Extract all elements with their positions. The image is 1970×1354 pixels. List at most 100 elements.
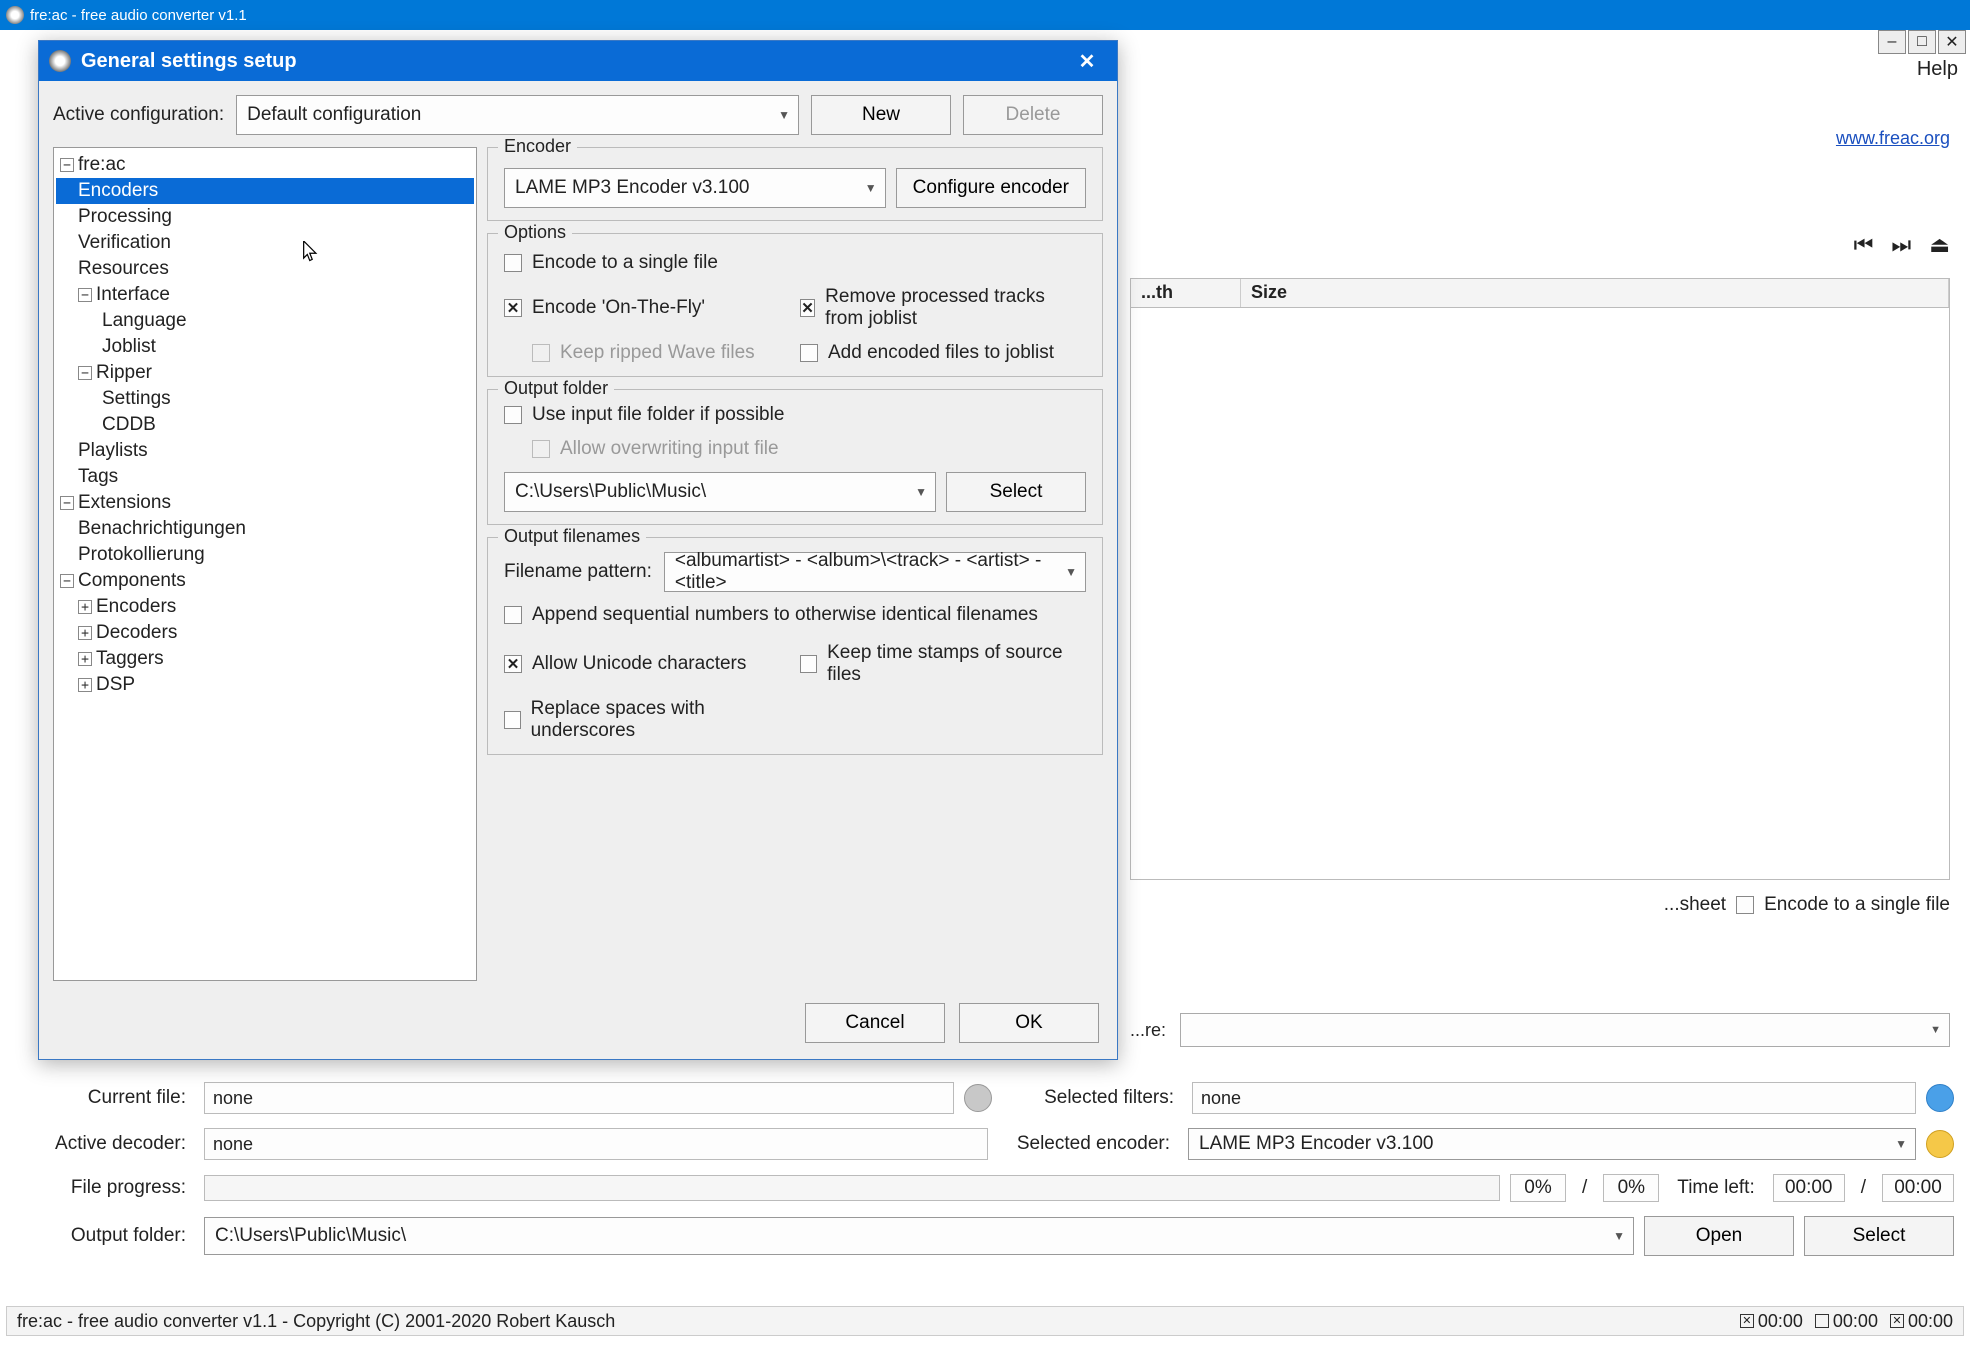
tree-item-protokoll[interactable]: Protokollierung	[56, 542, 474, 568]
collapse-icon[interactable]: −	[60, 574, 74, 588]
delete-config-button: Delete	[963, 95, 1103, 135]
collapse-icon[interactable]: −	[78, 288, 92, 302]
current-file-field: none	[204, 1082, 954, 1114]
output-folder-label: Output folder:	[40, 1225, 194, 1247]
active-config-label: Active configuration:	[53, 104, 224, 126]
output-filenames-fieldset: Output filenames Filename pattern: <albu…	[487, 537, 1103, 755]
output-folder-combo[interactable]: C:\Users\Public\Music\ ▼	[204, 1217, 1634, 1255]
allow-unicode-checkbox[interactable]: ✕Allow Unicode characters	[504, 642, 790, 686]
bg-encode-single-label: Encode to a single file	[1764, 894, 1950, 916]
output-folder-fieldset: Output folder Use input file folder if p…	[487, 389, 1103, 525]
encoder-legend: Encoder	[498, 136, 577, 157]
bg-encode-single-checkbox[interactable]	[1736, 896, 1754, 914]
configure-encoder-button[interactable]: Configure encoder	[896, 168, 1086, 208]
ok-button[interactable]: OK	[959, 1003, 1099, 1043]
refresh-icon[interactable]	[964, 1084, 992, 1112]
file-progress-bar	[204, 1175, 1500, 1201]
append-seq-checkbox[interactable]: Append sequential numbers to otherwise i…	[504, 604, 1086, 626]
keep-timestamps-checkbox[interactable]: Keep time stamps of source files	[800, 642, 1086, 686]
tree-item-tags[interactable]: Tags	[56, 464, 474, 490]
expand-icon[interactable]: +	[78, 600, 92, 614]
website-link[interactable]: www.freac.org	[1836, 128, 1950, 149]
tree-item-verification[interactable]: Verification	[56, 230, 474, 256]
encode-on-the-fly-checkbox[interactable]: ✕Encode 'On-The-Fly'	[504, 286, 790, 330]
expand-icon[interactable]: +	[78, 652, 92, 666]
eject-icon[interactable]: ⏏	[1929, 232, 1950, 258]
active-config-value: Default configuration	[247, 104, 421, 126]
dialog-icon	[49, 50, 71, 72]
expand-icon[interactable]: +	[78, 678, 92, 692]
tree-item-c-dsp[interactable]: +DSP	[56, 672, 474, 698]
tree-item-interface[interactable]: −Interface	[56, 282, 474, 308]
output-folder-value: C:\Users\Public\Music\	[215, 1225, 406, 1247]
tree-item-settings[interactable]: Settings	[56, 386, 474, 412]
output-filenames-legend: Output filenames	[498, 526, 646, 547]
active-config-combo[interactable]: Default configuration ▼	[236, 95, 799, 135]
filename-pattern-value: <albumartist> - <album>\<track> - <artis…	[675, 550, 1075, 594]
time-left-label: Time left:	[1669, 1177, 1762, 1199]
info-icon[interactable]	[1926, 1084, 1954, 1112]
minimize-button[interactable]: –	[1878, 30, 1906, 54]
tree-item-extensions[interactable]: −Extensions	[56, 490, 474, 516]
close-button[interactable]: ✕	[1938, 30, 1966, 54]
joblist-header: ...th Size	[1130, 278, 1950, 308]
selected-filters-label: Selected filters:	[1002, 1087, 1182, 1109]
open-button[interactable]: Open	[1644, 1216, 1794, 1256]
col-length[interactable]: ...th	[1131, 279, 1241, 307]
tree-item-freac[interactable]: −fre:ac	[56, 152, 474, 178]
file-progress-pct1: 0%	[1510, 1174, 1566, 1202]
encoder-combo[interactable]: LAME MP3 Encoder v3.100 ▼	[504, 168, 886, 208]
gear-icon[interactable]	[1926, 1130, 1954, 1158]
tree-item-c-taggers[interactable]: +Taggers	[56, 646, 474, 672]
output-path-combo[interactable]: C:\Users\Public\Music\ ▼	[504, 472, 936, 512]
selected-encoder-combo[interactable]: LAME MP3 Encoder v3.100 ▼	[1188, 1128, 1916, 1160]
tree-item-benach[interactable]: Benachrichtigungen	[56, 516, 474, 542]
select-folder-button[interactable]: Select	[1804, 1216, 1954, 1256]
tree-item-processing[interactable]: Processing	[56, 204, 474, 230]
new-config-button[interactable]: New	[811, 95, 951, 135]
filename-pattern-combo[interactable]: <albumartist> - <album>\<track> - <artis…	[664, 552, 1086, 592]
col-size[interactable]: Size	[1241, 279, 1949, 307]
tree-item-c-decoders[interactable]: +Decoders	[56, 620, 474, 646]
tree-item-encoders[interactable]: Encoders	[56, 178, 474, 204]
use-input-folder-checkbox[interactable]: Use input file folder if possible	[504, 404, 1086, 426]
select-output-folder-button[interactable]: Select	[946, 472, 1086, 512]
tree-item-ripper[interactable]: −Ripper	[56, 360, 474, 386]
active-decoder-field: none	[204, 1128, 988, 1160]
output-path-value: C:\Users\Public\Music\	[515, 481, 706, 503]
expand-icon[interactable]: +	[78, 626, 92, 640]
remove-processed-checkbox[interactable]: ✕Remove processed tracks from joblist	[800, 286, 1086, 330]
tree-item-cddb[interactable]: CDDB	[56, 412, 474, 438]
add-encoded-checkbox[interactable]: Add encoded files to joblist	[800, 342, 1086, 364]
filename-pattern-label: Filename pattern:	[504, 561, 652, 583]
prev-icon[interactable]: ⏮	[1854, 232, 1874, 258]
settings-tree[interactable]: −fre:ac Encoders Processing Verification…	[53, 147, 477, 981]
joblist-body[interactable]	[1130, 308, 1950, 880]
menu-help[interactable]: Help	[1917, 58, 1958, 81]
cancel-button[interactable]: Cancel	[805, 1003, 945, 1043]
tree-item-language[interactable]: Language	[56, 308, 474, 334]
bg-genre-combo[interactable]: ▼	[1180, 1013, 1950, 1047]
options-fieldset: Options Encode to a single file ✕Encode …	[487, 233, 1103, 377]
active-decoder-label: Active decoder:	[40, 1133, 194, 1155]
tree-item-components[interactable]: −Components	[56, 568, 474, 594]
selected-encoder-value: LAME MP3 Encoder v3.100	[1199, 1133, 1433, 1155]
encode-single-checkbox[interactable]: Encode to a single file	[504, 252, 790, 274]
collapse-icon[interactable]: −	[78, 366, 92, 380]
collapse-icon[interactable]: −	[60, 158, 74, 172]
next-icon[interactable]: ⏭	[1891, 232, 1911, 258]
dialog-titlebar[interactable]: General settings setup ✕	[39, 41, 1117, 81]
replace-spaces-checkbox[interactable]: Replace spaces with underscores	[504, 698, 790, 742]
status-check-3: ✕	[1890, 1314, 1904, 1328]
collapse-icon[interactable]: −	[60, 496, 74, 510]
maximize-button[interactable]: □	[1908, 30, 1936, 54]
time-left-1: 00:00	[1773, 1174, 1845, 1202]
tree-item-c-encoders[interactable]: +Encoders	[56, 594, 474, 620]
dialog-title: General settings setup	[81, 50, 1067, 73]
dialog-close-button[interactable]: ✕	[1067, 41, 1107, 81]
tree-item-playlists[interactable]: Playlists	[56, 438, 474, 464]
tree-item-joblist[interactable]: Joblist	[56, 334, 474, 360]
status-check-2	[1815, 1314, 1829, 1328]
file-progress-pct2: 0%	[1603, 1174, 1659, 1202]
tree-item-resources[interactable]: Resources	[56, 256, 474, 282]
